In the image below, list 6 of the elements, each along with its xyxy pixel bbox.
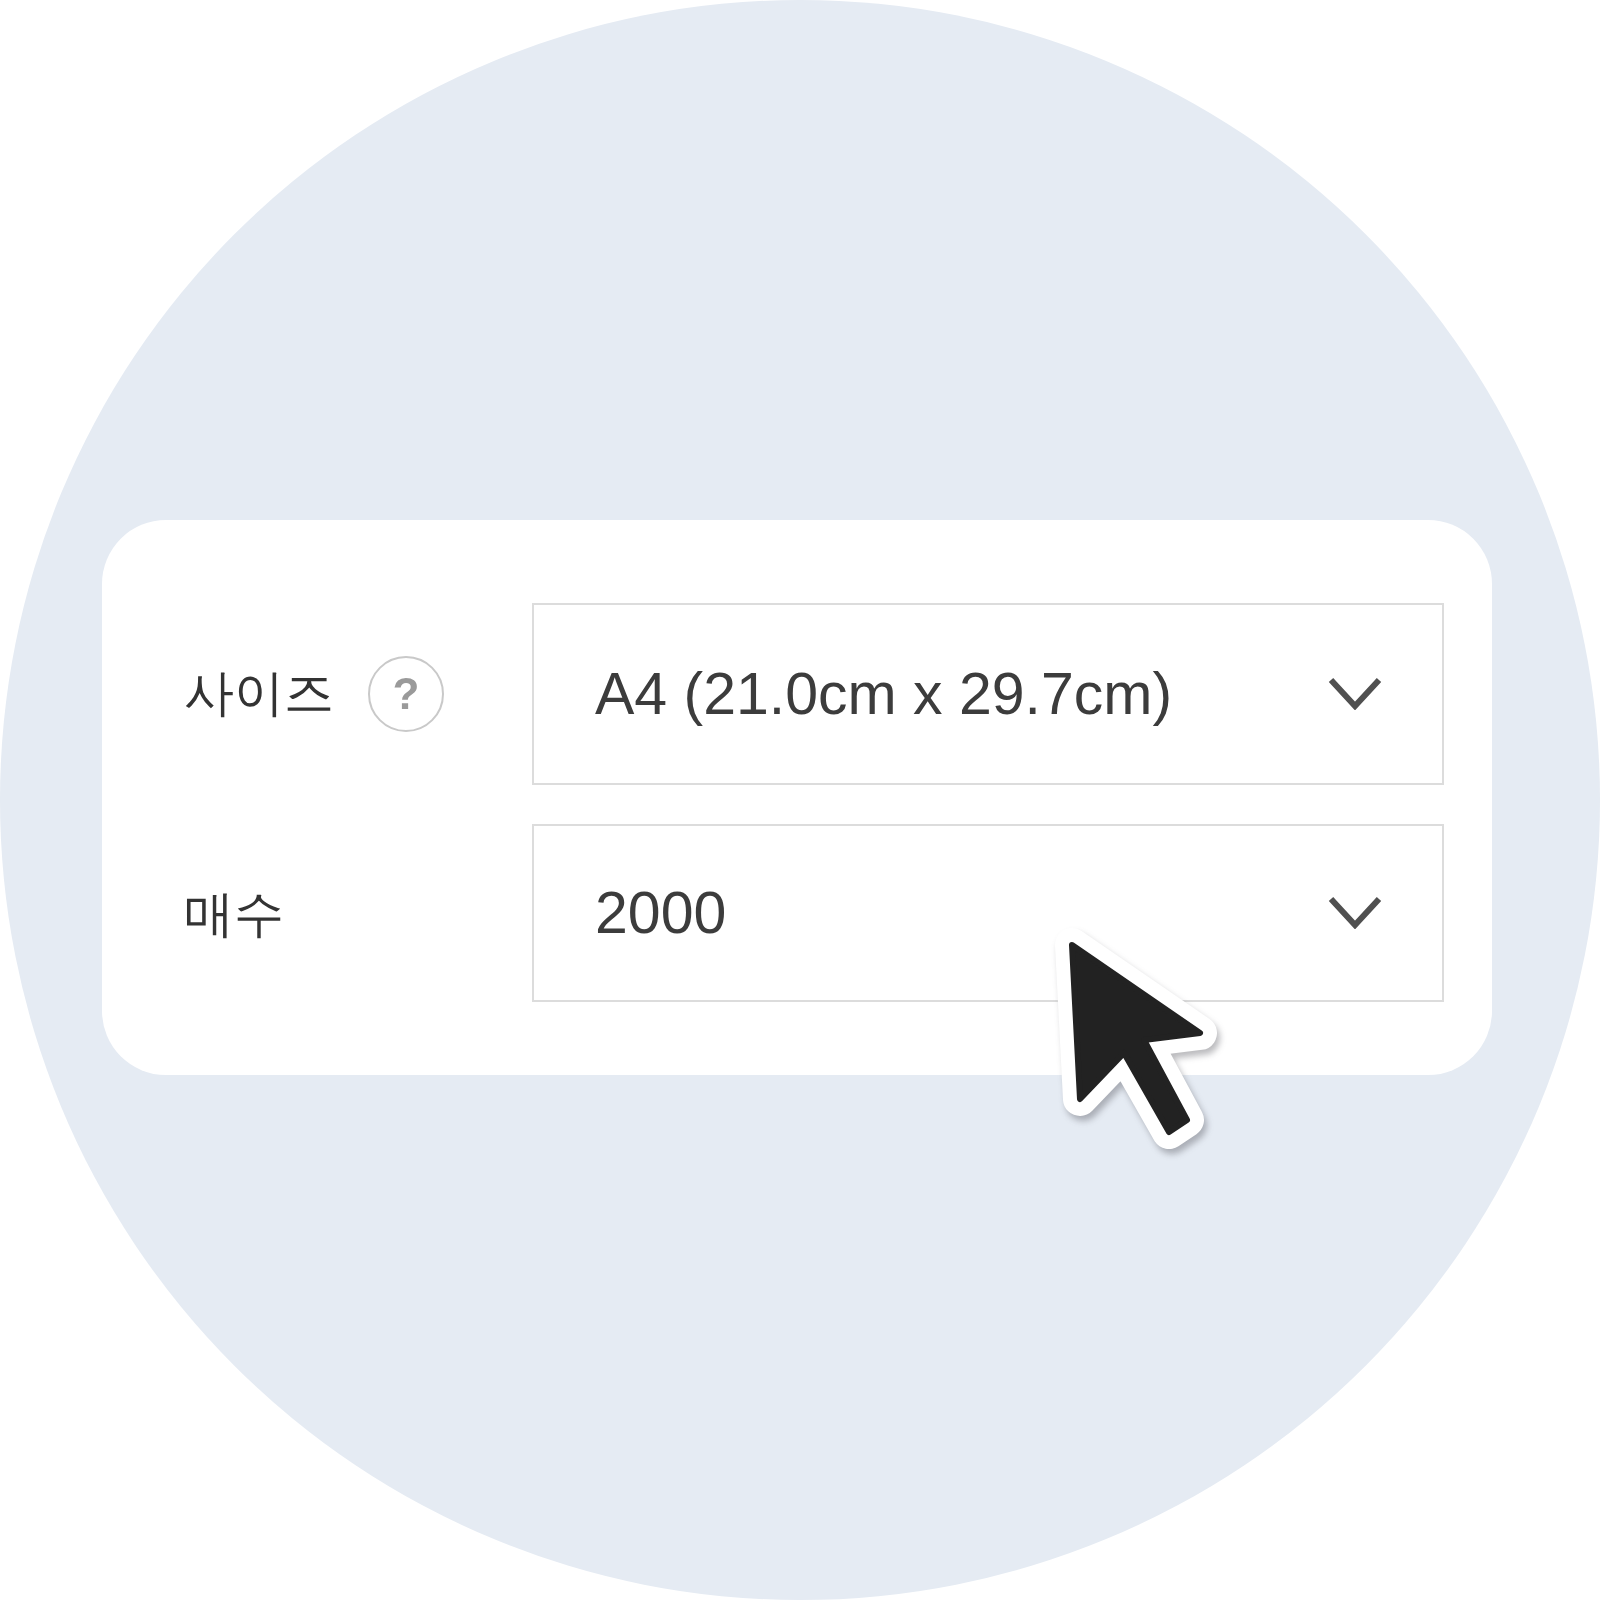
field-label: 매수 [184, 885, 284, 944]
chevron-down-icon [1328, 677, 1382, 710]
field-label: 사이즈 [184, 664, 334, 723]
select-field[interactable]: 2000 [532, 823, 1444, 1002]
chevron-down-icon [1328, 896, 1382, 929]
select-field[interactable]: A4 (21.0cm x 29.7cm) [532, 602, 1444, 785]
